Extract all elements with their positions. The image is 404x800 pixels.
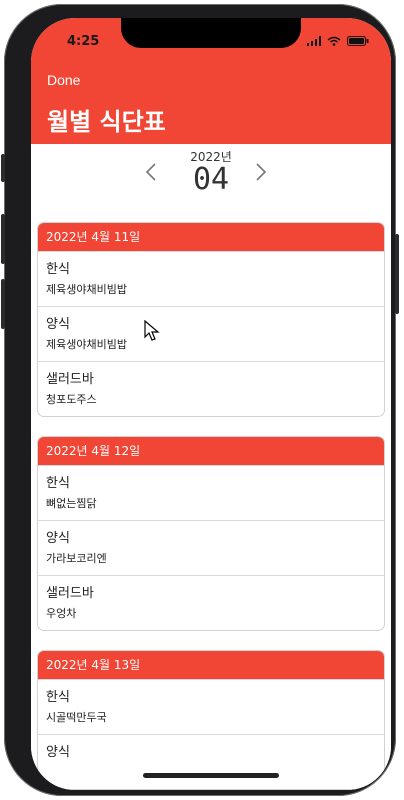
phone-frame: 4:25 Done 월별 식단표 2022년 04 2022년 4월 11일 한… — [1, 4, 399, 796]
meal-dish: 제육생야채비빔밥 — [46, 283, 127, 296]
day-date: 2022년 4월 11일 — [38, 223, 384, 251]
meal-category: 한식 — [46, 476, 70, 491]
chevron-right-icon[interactable] — [255, 162, 267, 187]
power-button — [395, 234, 399, 314]
screen: 4:25 Done 월별 식단표 2022년 04 2022년 4월 11일 한… — [31, 18, 391, 790]
meal-dish: 가라보코리엔 — [46, 552, 107, 565]
status-time: 4:25 — [67, 34, 100, 49]
meal-row[interactable]: 한식 제육생야채비빔밥 — [38, 251, 384, 306]
meal-category: 한식 — [46, 262, 70, 277]
meal-dish: 제육생야채비빔밥 — [46, 338, 127, 351]
page-title: 월별 식단표 — [47, 108, 166, 136]
wifi-icon — [327, 35, 341, 50]
meal-category: 양식 — [46, 317, 70, 332]
status-bar: 4:25 — [31, 30, 391, 52]
battery-icon — [347, 35, 369, 50]
volume-up-button — [1, 214, 5, 264]
month-picker: 2022년 04 — [31, 144, 391, 211]
meal-row[interactable]: 한식 시골떡만두국 — [38, 679, 384, 734]
meal-row[interactable]: 샐러드바 청포도주스 — [38, 361, 384, 416]
day-card: 2022년 4월 13일 한식 시골떡만두국 양식 — [37, 650, 385, 790]
volume-down-button — [1, 279, 5, 329]
day-card: 2022년 4월 11일 한식 제육생야채비빔밥 양식 제육생야채비빔밥 샐러드… — [37, 222, 385, 417]
meal-category: 샐러드바 — [46, 372, 94, 387]
day-card: 2022년 4월 12일 한식 뼈없는찜닭 양식 가라보코리엔 샐러드바 우엉차 — [37, 436, 385, 631]
meal-row[interactable]: 양식 가라보코리엔 — [38, 520, 384, 575]
meal-row[interactable]: 한식 뼈없는찜닭 — [38, 465, 384, 520]
meal-row[interactable]: 양식 — [38, 734, 384, 789]
day-date: 2022년 4월 13일 — [38, 651, 384, 679]
meal-dish: 청포도주스 — [46, 393, 97, 406]
mouse-pointer-icon — [144, 320, 160, 341]
meal-dish: 시골떡만두국 — [46, 711, 107, 724]
meal-list[interactable]: 2022년 4월 11일 한식 제육생야채비빔밥 양식 제육생야채비빔밥 샐러드… — [31, 210, 391, 790]
meal-row[interactable]: 샐러드바 우엉차 — [38, 575, 384, 630]
meal-row[interactable]: 양식 제육생야채비빔밥 — [38, 306, 384, 361]
mute-switch — [1, 154, 5, 182]
done-button[interactable]: Done — [47, 72, 80, 88]
meal-category: 한식 — [46, 690, 70, 705]
nav-header: 4:25 Done 월별 식단표 — [31, 18, 391, 144]
meal-dish: 뼈없는찜닭 — [46, 497, 97, 510]
day-date: 2022년 4월 12일 — [38, 437, 384, 465]
meal-dish: 우엉차 — [46, 607, 77, 620]
meal-category: 샐러드바 — [46, 586, 94, 601]
home-indicator[interactable] — [143, 773, 279, 778]
picker-month: 04 — [192, 162, 230, 197]
meal-category: 양식 — [46, 531, 70, 546]
meal-category: 양식 — [46, 745, 70, 760]
signal-icon — [307, 35, 321, 50]
